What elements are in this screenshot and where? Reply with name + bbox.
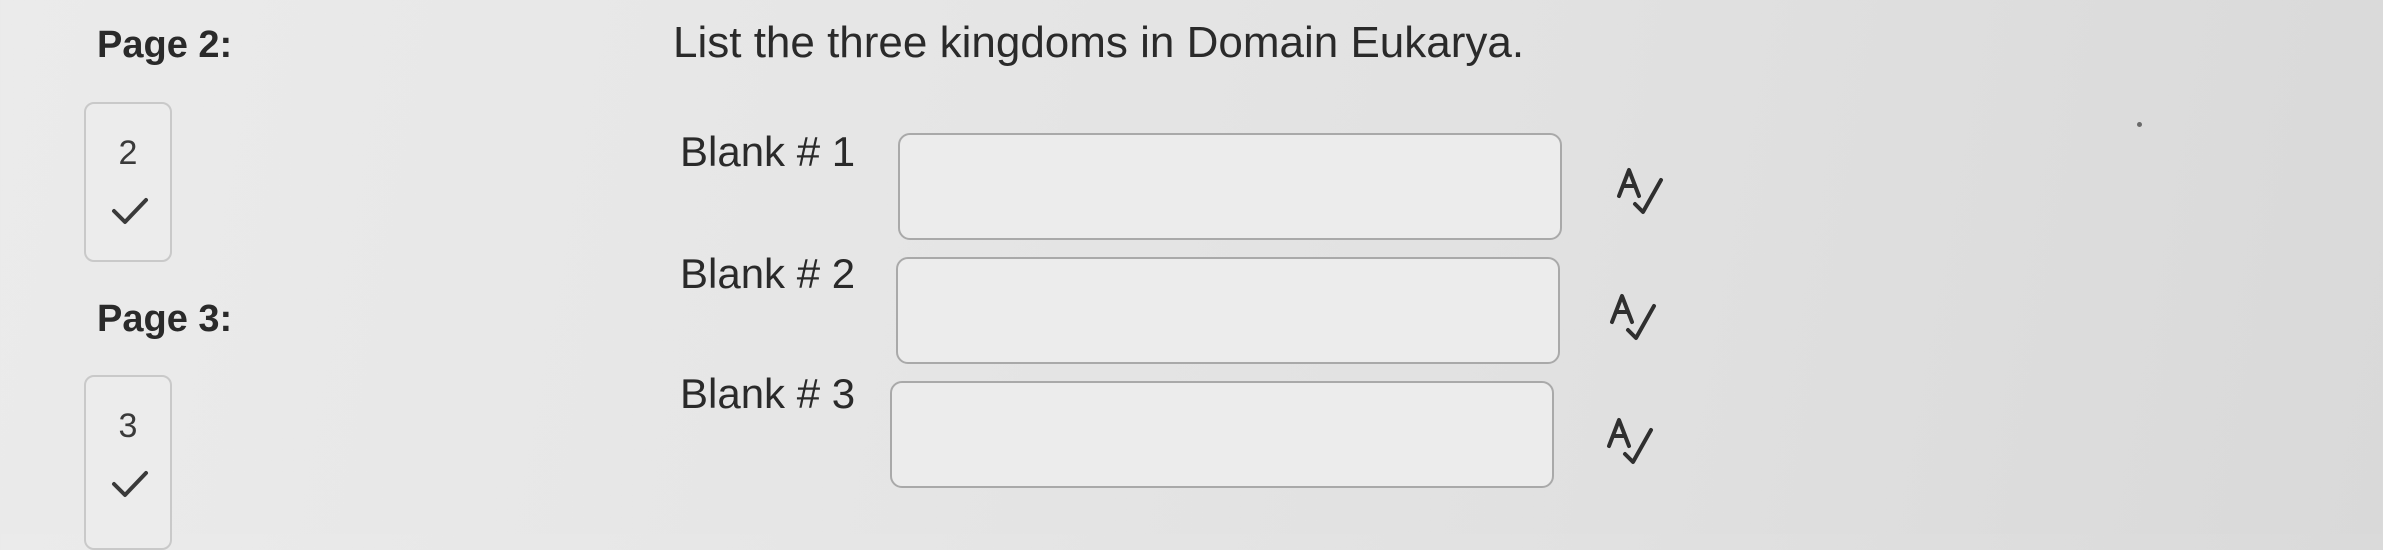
blank-1-label: Blank # 1	[680, 128, 856, 175]
blank-2-input[interactable]	[896, 257, 1560, 364]
spellcheck-icon[interactable]	[1603, 412, 1657, 466]
page-2-label: Page 2:	[97, 24, 233, 66]
question-text: List the three kingdoms in Domain Eukary…	[673, 18, 1525, 67]
blank-1-input[interactable]	[898, 133, 1562, 240]
checkmark-icon	[112, 471, 148, 497]
page-3-label: Page 3:	[97, 298, 233, 340]
blank-3-input[interactable]	[890, 381, 1554, 488]
page-3-card[interactable]: 3	[84, 375, 172, 550]
page-2-number: 2	[118, 134, 138, 172]
page-3-number: 3	[118, 407, 138, 445]
spellcheck-icon[interactable]	[1606, 288, 1660, 342]
page-2-card[interactable]: 2	[84, 102, 172, 262]
blank-2-label: Blank # 2	[680, 250, 856, 297]
spellcheck-icon[interactable]	[1613, 162, 1667, 216]
checkmark-icon	[112, 198, 148, 224]
blank-3-label: Blank # 3	[680, 370, 856, 417]
background-speck	[2137, 122, 2142, 127]
